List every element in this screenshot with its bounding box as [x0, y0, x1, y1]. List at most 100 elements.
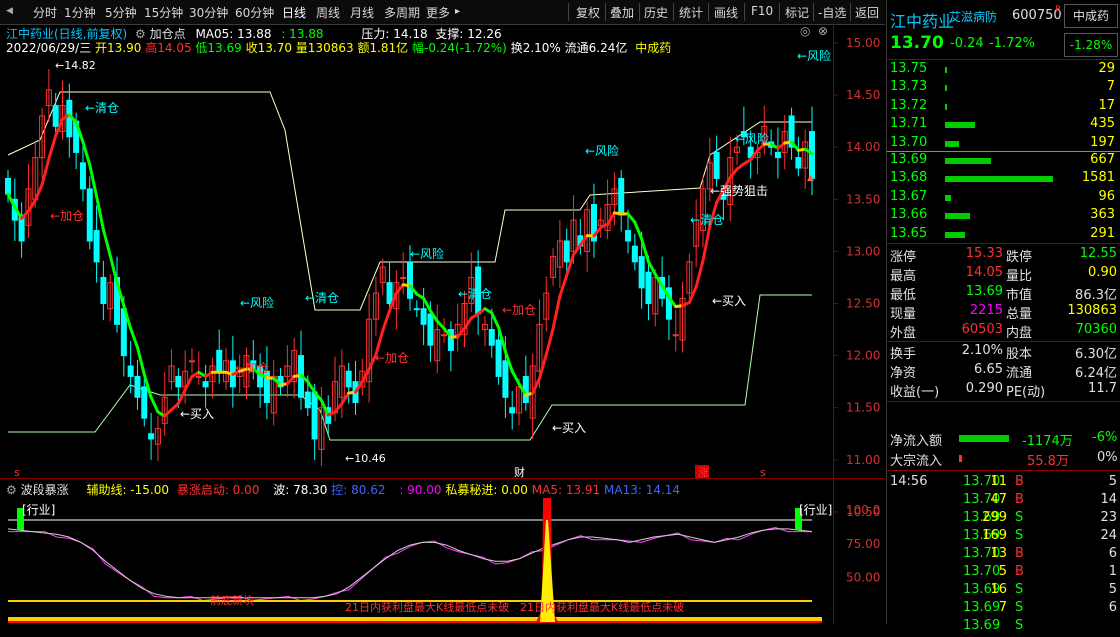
candle-body: [304, 391, 311, 409]
signal-label: ←风险: [797, 48, 831, 63]
event-tag: s: [14, 466, 20, 479]
price-axis-label: 12.00: [846, 349, 880, 363]
book-price: 13.71: [890, 116, 928, 132]
tick-row: 13.70 13 B 6: [887, 546, 1120, 565]
candle-body: [100, 276, 107, 305]
book-price: 13.66: [890, 207, 928, 223]
stat-value: 13.69: [965, 284, 1003, 299]
book-volume: 29: [1098, 61, 1115, 76]
period-tab-1min[interactable]: 1分钟: [64, 4, 96, 21]
chart-close-icon[interactable]: ⊗: [818, 24, 828, 38]
stat-value: 2.10%: [961, 343, 1003, 358]
tick-side: S: [1015, 582, 1024, 597]
candle-body: [345, 370, 352, 388]
bar-date: 2022/06/29/三: [6, 41, 92, 55]
industry-tag-left: [行业]: [22, 503, 55, 517]
trend-line-segment: [81, 140, 92, 167]
sub-ma13: MA13: 14.14: [604, 483, 681, 497]
sub-secret: 私募秘进: 0.00: [445, 483, 528, 497]
period-tab-more[interactable]: 更多: [426, 4, 450, 21]
tick-side: B: [1015, 474, 1024, 489]
stat-row: 最高 14.05 量比 0.90: [887, 265, 1120, 284]
stat-value: 0.90: [1088, 265, 1117, 280]
stat-label: 净资: [890, 366, 917, 381]
candle-body: [502, 360, 509, 398]
book-volume-bar: [945, 140, 959, 147]
trend-line-segment: [47, 134, 58, 161]
period-tab-60min[interactable]: 60分钟: [235, 4, 274, 21]
toolbar-draw-button[interactable]: 画线: [714, 4, 738, 21]
sub-wave: 波: 78.30: [273, 483, 328, 497]
sector-button[interactable]: 中成药: [1064, 4, 1118, 28]
signal-label: ←清仓: [85, 101, 119, 115]
more-chevron-icon[interactable]: ▸: [455, 6, 460, 17]
tick-count: 1: [1108, 564, 1117, 579]
stat-value: 6.65: [974, 362, 1003, 377]
period-tab-5min[interactable]: 5分钟: [105, 4, 137, 21]
period-tab-multi[interactable]: 多周期: [384, 4, 420, 21]
sub-indicator-name[interactable]: 波段暴涨: [21, 483, 69, 497]
rzrq-badge: R: [1055, 5, 1062, 15]
toolbar-mark-button[interactable]: 标记: [785, 4, 809, 21]
book-volume-bar: [945, 213, 970, 220]
price-axis-label: 13.00: [846, 244, 880, 258]
sub-bottom-text-3: 21日内获利盘最大K线最低点未破: [520, 600, 684, 614]
toolbar-left-arrow-icon[interactable]: ◀: [6, 6, 13, 16]
stat-value: 60503: [961, 322, 1003, 337]
signal-label: ←风险: [240, 295, 274, 310]
sub-indicator-group: 100.0 75.00 50.00 [行业] [行业] 前底新块 21日内获利盘最大K线最低…: [7, 498, 880, 623]
toolbar-f10-button[interactable]: F10: [751, 4, 773, 18]
sub-control: 控: 80.62: [331, 483, 386, 497]
trend-line-segment: [537, 353, 548, 381]
toolbar-watchlist-button[interactable]: -自选: [818, 4, 846, 21]
period-tab-30min[interactable]: 30分钟: [189, 4, 228, 21]
candle-body: [631, 245, 638, 263]
trend-line-segment: [183, 374, 194, 392]
candle-body: [195, 375, 202, 378]
stat2-row: 收益(一) 0.290 PE(动) 11.7: [887, 381, 1120, 400]
tick-count: 14: [1100, 492, 1117, 507]
chart-min-icon[interactable]: ◎: [800, 24, 810, 38]
book-volume: 1581: [1081, 170, 1115, 186]
kline-chart-area[interactable]: 15.00 14.50 14.00 13.50 13.00 12.50 12.00 11.50…: [0, 24, 885, 624]
toolbar-fuquan-button[interactable]: 复权: [576, 4, 600, 21]
toolbar-history-button[interactable]: 历史: [644, 4, 668, 21]
tick-side: S: [1015, 600, 1024, 615]
kline-svg[interactable]: 15.00 14.50 14.00 13.50 13.00 12.50 12.00 11.50…: [0, 24, 885, 624]
trend-line-segment: [394, 283, 405, 295]
sector-button-label: 中成药: [1072, 9, 1109, 23]
candle-body: [420, 308, 427, 325]
toolbar-back-button[interactable]: 返回: [855, 4, 879, 21]
price-axis-ticks: 15.00 14.50 14.00 13.50 13.00 12.50 12.00 11.50…: [833, 36, 880, 519]
sub-settings-icon[interactable]: ⚙: [6, 483, 17, 497]
sector-pct-box[interactable]: -1.28%: [1064, 33, 1118, 57]
bar-change: 幅-0.24(-1.72%): [412, 41, 507, 55]
tick-volume: 5: [998, 564, 1007, 579]
high-price-label: ←14.82: [55, 59, 96, 72]
book-price: 13.70: [890, 134, 928, 150]
candle-body: [713, 151, 720, 179]
period-tab-daily[interactable]: 日线: [282, 4, 306, 21]
tick-row: 13.69 169 S 24: [887, 528, 1120, 547]
sub-axis-label: 50.00: [846, 571, 880, 585]
book-volume: 291: [1090, 225, 1115, 241]
trend-line-segment: [456, 327, 467, 339]
stat-value: 12.55: [1079, 246, 1117, 261]
candle-body: [400, 276, 407, 279]
quote-stock-name[interactable]: 江中药业: [890, 8, 954, 32]
period-tab-15min[interactable]: 15分钟: [144, 4, 183, 21]
period-tab-fenshi[interactable]: 分时: [33, 4, 57, 21]
sub-indicator-header: ⚙ 波段暴涨 辅助线: -15.00 暴涨启动: 0.00 波: 78.30 控…: [6, 481, 680, 498]
candle-body: [441, 334, 448, 337]
signal-label: ←清仓: [690, 213, 724, 227]
candle-body: [795, 157, 802, 169]
candle-body: [148, 433, 155, 440]
quote-concept-tag[interactable]: 艾滋病防: [949, 8, 997, 25]
trend-line-segment: [101, 228, 112, 258]
tick-count: 24: [1100, 528, 1117, 543]
period-tab-monthly[interactable]: 月线: [350, 4, 374, 21]
period-tab-weekly[interactable]: 周线: [316, 4, 340, 21]
toolbar-overlay-button[interactable]: 叠加: [610, 4, 634, 21]
toolbar-stats-button[interactable]: 统计: [679, 4, 703, 21]
quote-pct: -1.72%: [989, 36, 1035, 51]
